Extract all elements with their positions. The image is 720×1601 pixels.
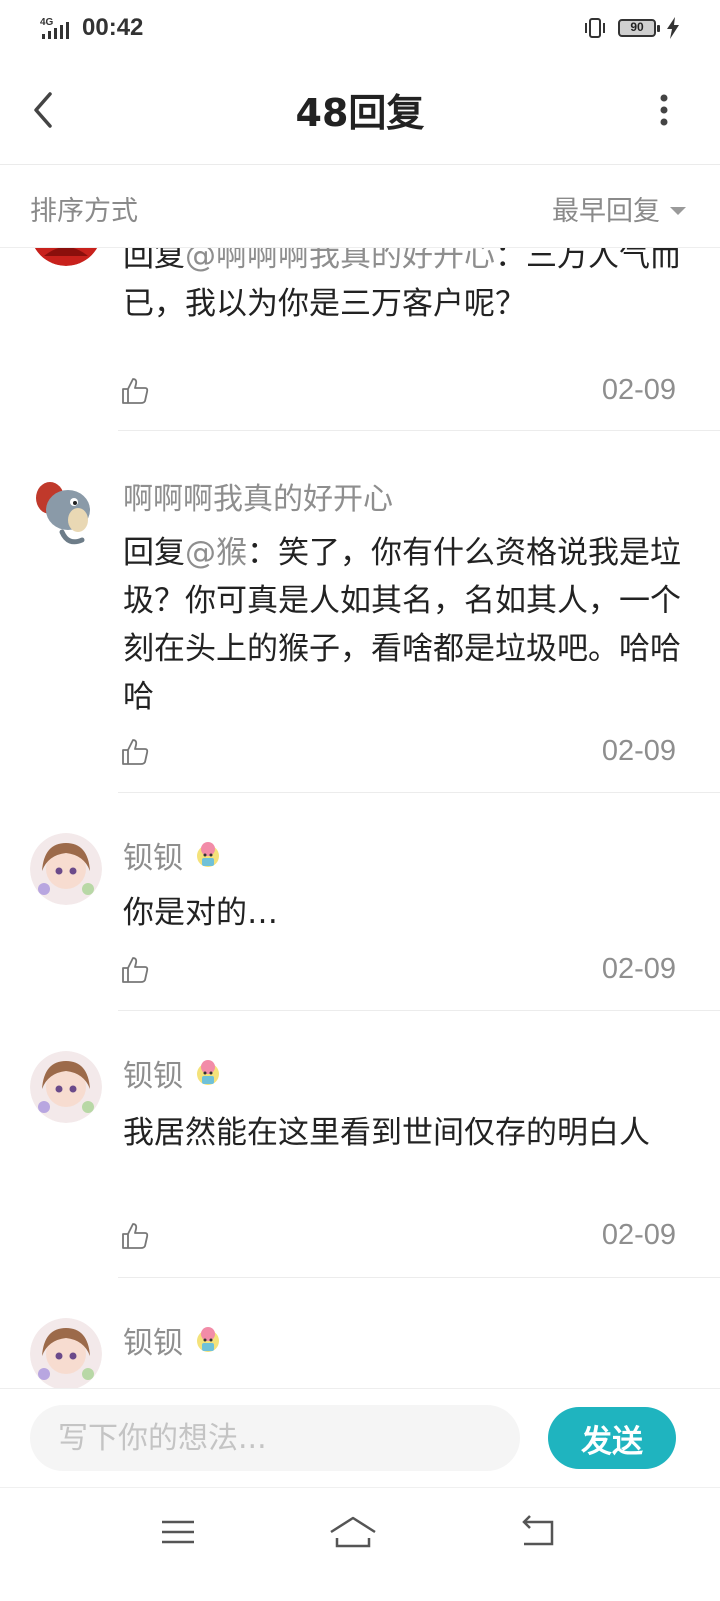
username-text: 钡钡: [123, 841, 183, 876]
reply-content: 我居然能在这里看到世间仅存的明白人: [123, 1109, 683, 1157]
sort-selected-value: 最早回复: [552, 196, 660, 227]
reply-content: 你是对的…: [123, 889, 683, 937]
reply-text: 你是对的…: [123, 895, 278, 931]
username[interactable]: 钡钡: [123, 1051, 223, 1095]
sort-label: 排序方式: [30, 196, 138, 227]
reply-date: 02-09: [601, 953, 676, 985]
signal-icon: 4G: [40, 17, 69, 39]
anime-girl-avatar-image: [30, 1051, 102, 1123]
reply-item: 钡钡 我居然能在这里看到世间仅存的明白人 02-09: [0, 1011, 720, 1278]
reply-prefix: 回复: [123, 535, 185, 571]
username[interactable]: 钡钡: [123, 1318, 223, 1362]
home-button[interactable]: [323, 1512, 383, 1552]
reply-date: 02-09: [601, 1219, 676, 1251]
more-options-button[interactable]: [652, 90, 676, 130]
cartoon-elephant-avatar-image: [36, 482, 90, 545]
header-bar: 48回复: [0, 56, 720, 165]
reply-item: 啊啊啊我真的好开心 回复@猴：笑了，你有什么资格说我是垃圾？你可真是人如其名，名…: [0, 431, 720, 793]
username[interactable]: 钡钡: [123, 833, 223, 877]
thumbs-up-icon[interactable]: [120, 955, 150, 985]
username-text: 钡钡: [123, 1059, 183, 1094]
battery-level: 90: [630, 20, 644, 34]
return-icon: [522, 1515, 554, 1546]
anime-girl-avatar-image: [30, 833, 102, 905]
reply-composer: 发送: [0, 1388, 720, 1487]
level-badge-icon: [197, 842, 219, 867]
reply-text: 我居然能在这里看到世间仅存的明白人: [123, 1115, 650, 1151]
send-button[interactable]: 发送: [548, 1407, 676, 1469]
reply-content: 回复@猴：笑了，你有什么资格说我是垃圾？你可真是人如其名，名如其人，一个刻在头上…: [123, 529, 683, 721]
reply-list[interactable]: 回复@啊啊啊我真的好开心：三万人气而已，我以为你是三万客户呢？ 02-09 啊啊…: [0, 248, 720, 1388]
red-avatar-image: [34, 248, 98, 266]
reply-date: 02-09: [601, 374, 676, 406]
status-bar: 4G 00:42 90: [0, 0, 720, 56]
clock: 00:42: [82, 14, 144, 41]
username[interactable]: 啊啊啊我真的好开心: [123, 474, 393, 518]
reply-date: 02-09: [601, 735, 676, 767]
battery-icon: 90: [618, 19, 660, 37]
reply-item: 钡钡 你是对的… 02-09: [0, 793, 720, 1011]
svg-text:4G: 4G: [40, 17, 54, 28]
charging-icon: [667, 17, 679, 39]
mention-link[interactable]: @猴: [185, 535, 247, 571]
thumbs-up-icon[interactable]: [120, 737, 150, 767]
comment-input[interactable]: [30, 1405, 520, 1471]
caret-down-icon: [670, 206, 686, 215]
reply-item: 钡钡: [0, 1278, 720, 1388]
reply-prefix: 回复: [123, 248, 185, 274]
recent-apps-button[interactable]: [148, 1512, 208, 1552]
page-title: 48回复: [295, 91, 425, 135]
menu-icon: [162, 1520, 194, 1544]
vertical-dots-icon: [660, 94, 668, 126]
vibrate-icon: [585, 18, 605, 38]
status-left: 4G 00:42: [40, 12, 143, 44]
home-icon: [330, 1516, 376, 1548]
username-text: 钡钡: [123, 1326, 183, 1361]
mention-link[interactable]: @啊啊啊我真的好开心: [185, 248, 495, 274]
anime-girl-avatar-image: [30, 1318, 102, 1388]
avatar[interactable]: [30, 833, 102, 905]
reply-item: 回复@啊啊啊我真的好开心：三万人气而已，我以为你是三万客户呢？ 02-09: [0, 248, 720, 431]
status-right: 90: [582, 14, 680, 42]
level-badge-icon: [197, 1060, 219, 1085]
level-badge-icon: [197, 1327, 219, 1352]
reply-content: 回复@啊啊啊我真的好开心：三万人气而已，我以为你是三万客户呢？: [123, 248, 683, 328]
system-nav-bar: [0, 1487, 720, 1601]
back-nav-button[interactable]: [508, 1512, 568, 1552]
username-text: 啊啊啊我真的好开心: [123, 482, 393, 517]
avatar[interactable]: [30, 1051, 102, 1123]
thumbs-up-icon[interactable]: [120, 1221, 150, 1251]
thumbs-up-icon[interactable]: [120, 376, 150, 406]
avatar[interactable]: [30, 1318, 102, 1388]
avatar[interactable]: [30, 476, 102, 548]
sort-bar: 排序方式 最早回复: [0, 165, 720, 248]
avatar[interactable]: [30, 248, 102, 266]
sort-dropdown[interactable]: 最早回复: [552, 189, 686, 228]
